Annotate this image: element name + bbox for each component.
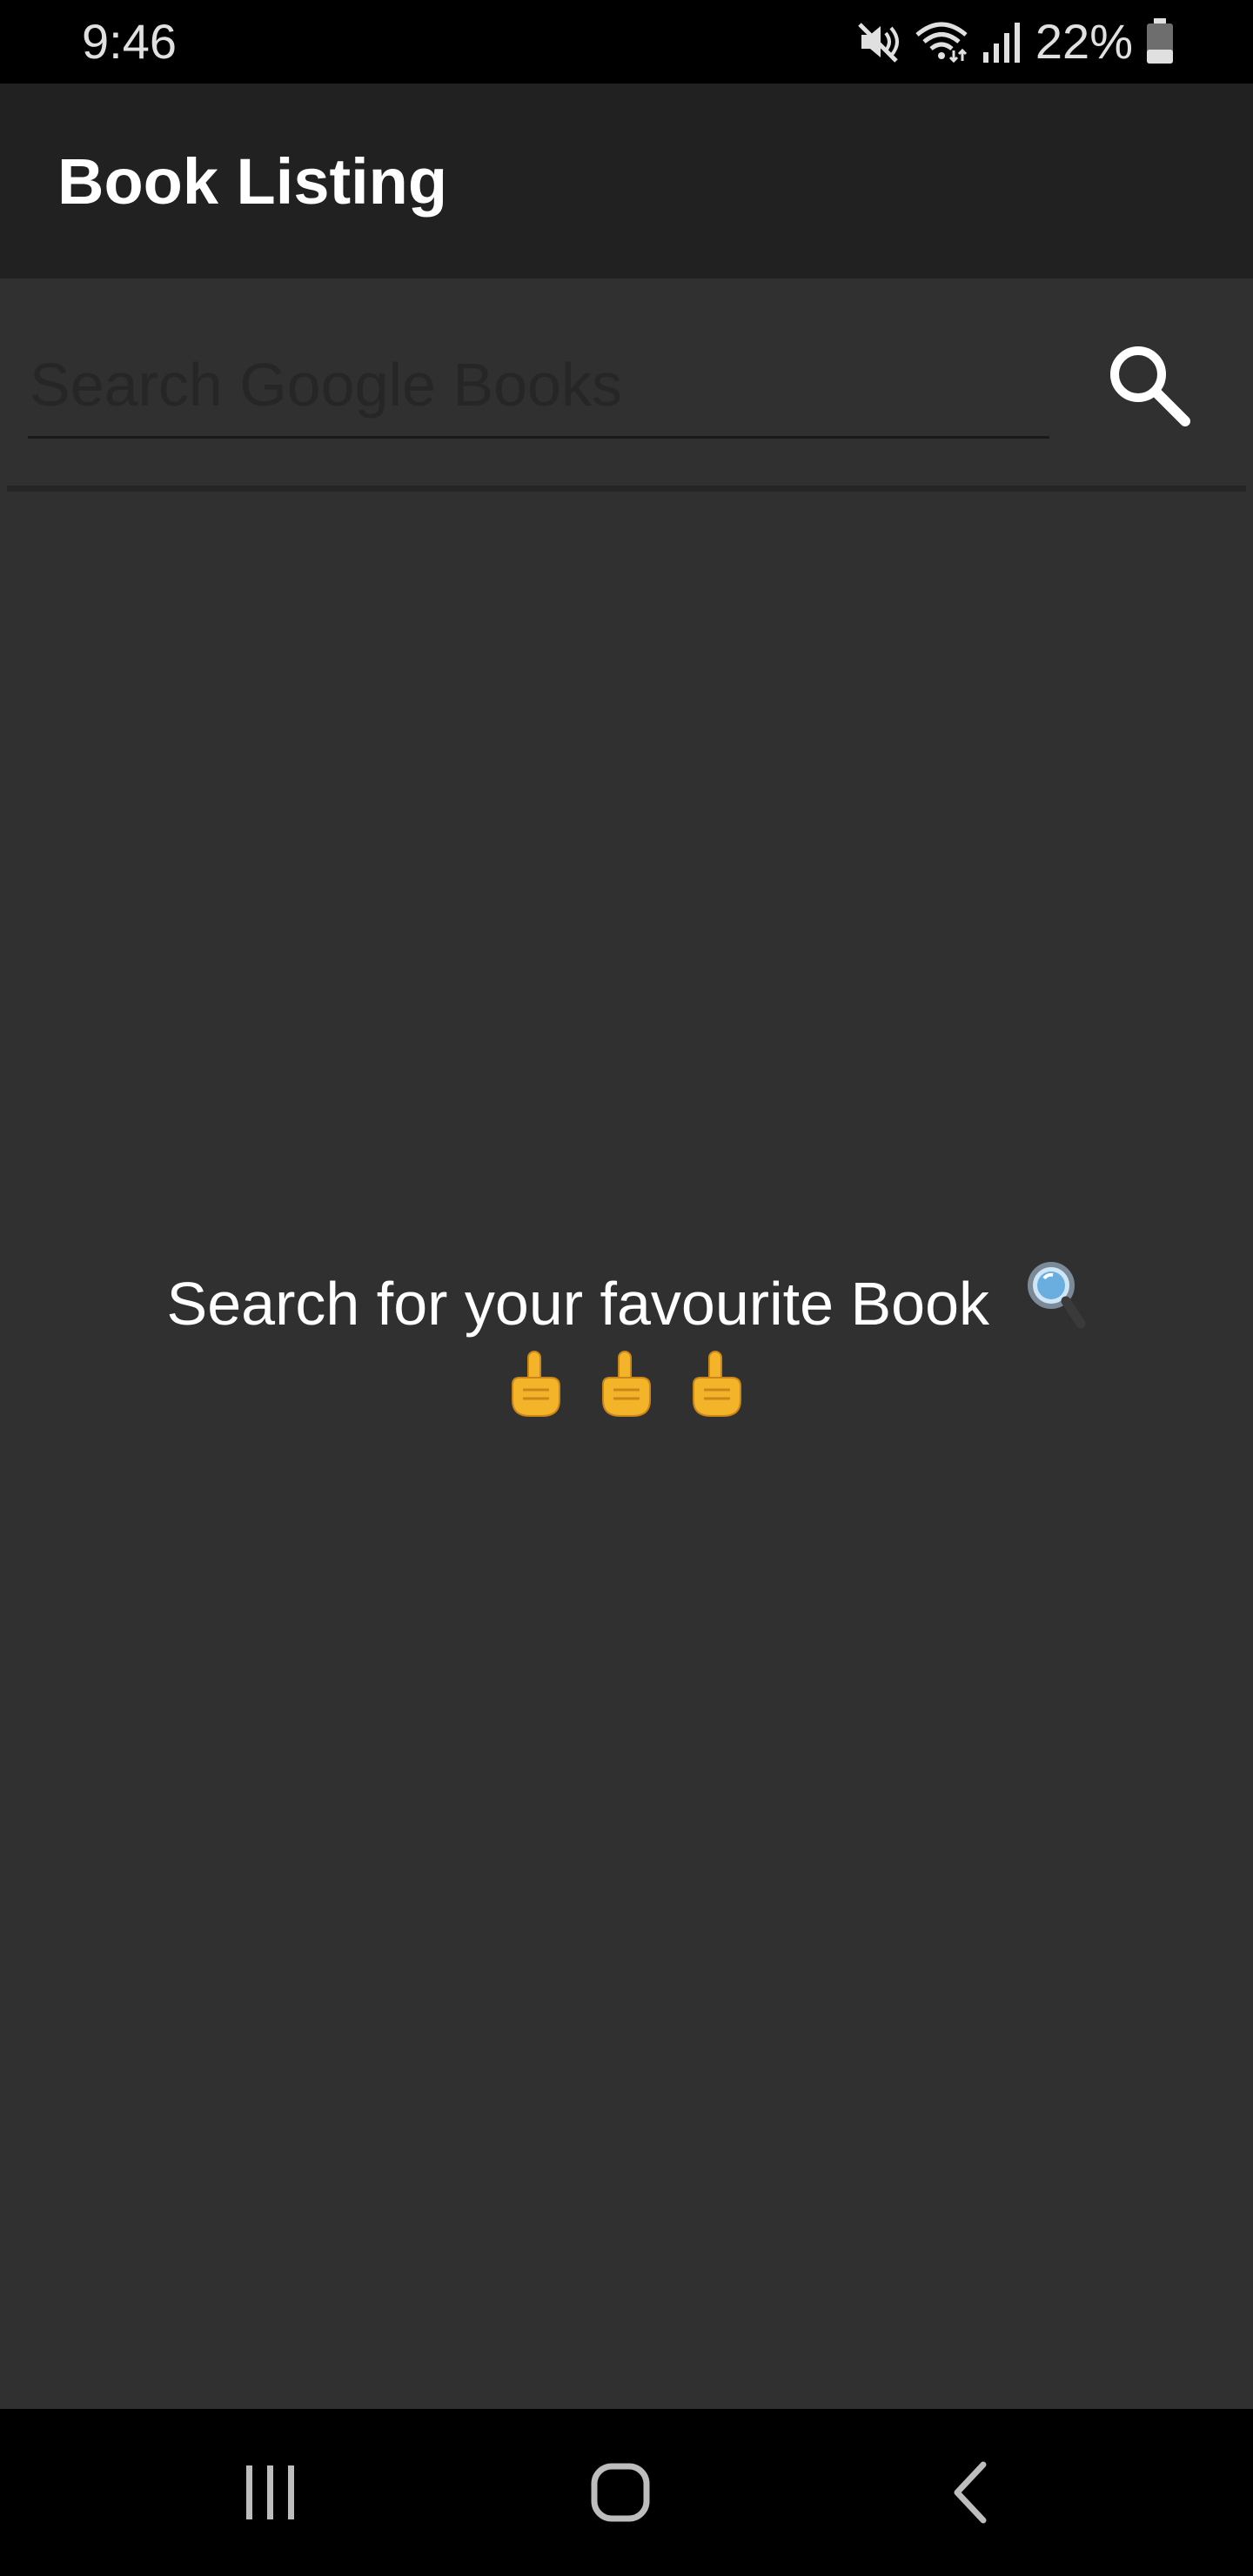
empty-state-message: Search for your favourite Book — [166, 1270, 990, 1338]
screen: 9:46 22% Book Listing Search Google Book… — [0, 0, 1253, 2576]
battery-icon — [1145, 18, 1175, 65]
wifi-icon — [914, 19, 969, 64]
nav-bar — [0, 2409, 1253, 2576]
recents-button[interactable] — [210, 2444, 332, 2541]
app-bar: Book Listing — [0, 84, 1253, 278]
pointing-up-emoji-icon — [687, 1350, 747, 1437]
search-icon — [1110, 346, 1190, 426]
search-button[interactable] — [1096, 332, 1201, 437]
search-input[interactable] — [28, 341, 1049, 439]
mute-icon — [856, 19, 901, 64]
recents-icon — [246, 2465, 294, 2519]
empty-state-line: Search for your favourite Book — [0, 1261, 1253, 1353]
home-button[interactable] — [559, 2444, 681, 2541]
pointing-up-emoji-icon — [506, 1350, 566, 1437]
signal-icon — [982, 19, 1023, 64]
back-button[interactable] — [909, 2444, 1031, 2541]
magnifying-glass-emoji-icon — [1025, 1259, 1086, 1348]
search-row — [0, 278, 1253, 487]
emoji-line — [0, 1350, 1253, 1437]
status-bar: 9:46 22% — [0, 0, 1253, 84]
status-icons: 22% — [856, 12, 1175, 71]
emoji-row — [506, 1350, 747, 1433]
pointing-up-emoji-icon — [596, 1350, 657, 1437]
battery-percent: 22% — [1035, 14, 1133, 69]
empty-state: Search for your favourite Book — [0, 1261, 1253, 1437]
back-icon — [954, 2461, 987, 2524]
status-time: 9:46 — [82, 14, 177, 69]
divider — [7, 486, 1246, 492]
app-title: Book Listing — [57, 145, 448, 218]
home-icon — [591, 2463, 650, 2522]
